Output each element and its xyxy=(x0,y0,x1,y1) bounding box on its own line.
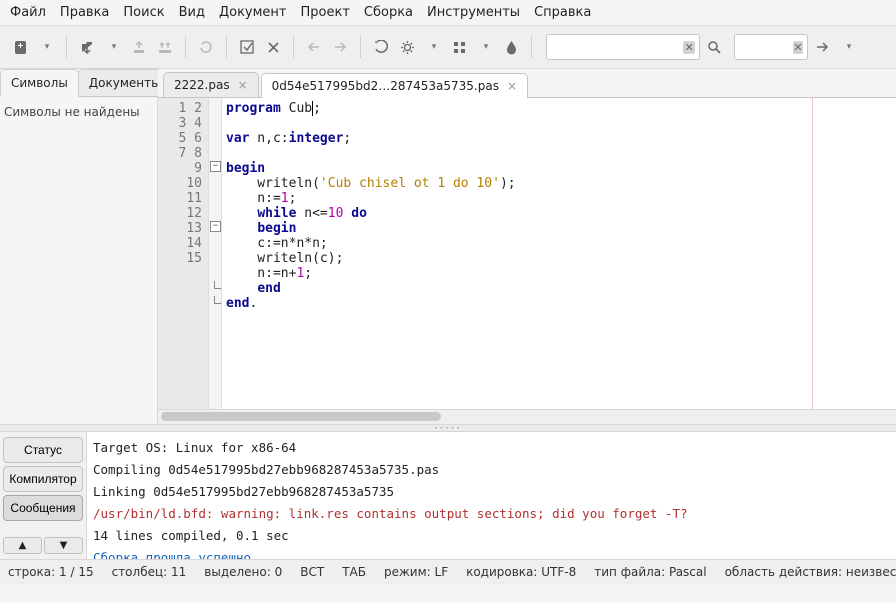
nav-forward-icon xyxy=(328,35,352,59)
sidebar: СимволыДокументы Символы не найдены xyxy=(0,69,158,424)
sidebar-tab-0[interactable]: Символы xyxy=(0,69,79,97)
status-scope: область действия: неизвестно xyxy=(725,565,896,579)
menu-Проект[interactable]: Проект xyxy=(301,5,350,20)
menubar: Файл Правка Поиск Вид Документ Проект Сборка Ин… xyxy=(0,0,896,26)
fold-column[interactable]: −− xyxy=(209,98,222,409)
build-icon[interactable] xyxy=(395,35,419,59)
status-sel: выделено: 0 xyxy=(204,565,282,579)
run-icon[interactable] xyxy=(447,35,471,59)
compile-icon[interactable] xyxy=(369,35,393,59)
new-file-dropdown[interactable] xyxy=(34,35,58,59)
sidebar-tabs: СимволыДокументы xyxy=(0,69,157,97)
search-input[interactable]: ✕ xyxy=(546,34,700,60)
margin-line xyxy=(812,98,813,409)
code-content[interactable]: program Cub; var n,c:integer; begin writ… xyxy=(222,98,896,409)
tab-close-icon[interactable]: × xyxy=(507,79,517,93)
open-file-dropdown[interactable] xyxy=(101,35,125,59)
status-ins: ВСТ xyxy=(300,565,324,579)
statusbar: строка: 1 / 15 столбец: 11 выделено: 0 В… xyxy=(0,559,896,584)
editor-tab-0[interactable]: 2222.pas × xyxy=(163,72,259,97)
tab-close-icon[interactable]: × xyxy=(238,78,248,92)
run-dropdown[interactable] xyxy=(473,35,497,59)
new-file-icon[interactable] xyxy=(8,35,32,59)
clear-goto-icon[interactable]: ✕ xyxy=(793,41,803,54)
bottom-tab-Сообщения[interactable]: Сообщения xyxy=(3,495,83,521)
status-col: столбец: 11 xyxy=(112,565,187,579)
status-tab: ТАБ xyxy=(342,565,366,579)
clear-search-icon[interactable]: ✕ xyxy=(683,41,695,54)
bottom-tabs: Статус Компилятор Сообщения ▲▼ xyxy=(0,432,87,559)
status-mode: режим: LF xyxy=(384,565,448,579)
menu-Справка[interactable]: Справка xyxy=(534,5,591,20)
status-enc: кодировка: UTF-8 xyxy=(466,565,576,579)
nav-back-icon xyxy=(302,35,326,59)
sidebar-body: Символы не найдены xyxy=(0,96,157,424)
goto-icon[interactable] xyxy=(810,35,834,59)
save-all-icon xyxy=(153,35,177,59)
status-filetype: тип файла: Pascal xyxy=(594,565,706,579)
status-line: строка: 1 / 15 xyxy=(8,565,94,579)
open-file-icon[interactable] xyxy=(75,35,99,59)
code-editor[interactable]: 1 2 3 4 5 6 7 8 9 10 11 12 13 14 15 −− p… xyxy=(158,98,896,409)
console-output[interactable]: Target OS: Linux for x86-64Compiling 0d5… xyxy=(87,432,896,559)
horizontal-scrollbar[interactable] xyxy=(158,409,896,424)
line-gutter: 1 2 3 4 5 6 7 8 9 10 11 12 13 14 15 xyxy=(158,98,209,409)
close-doc-icon[interactable] xyxy=(235,35,259,59)
build-dropdown[interactable] xyxy=(421,35,445,59)
goto-dropdown[interactable] xyxy=(836,35,860,59)
pane-drag-handle[interactable]: ••••• xyxy=(0,424,896,432)
msg-next-icon[interactable]: ▼ xyxy=(44,537,83,554)
toolbar: ✕ ✕ xyxy=(0,26,896,69)
editor-tabs: 2222.pas × 0d54e517995bd2…287453a5735.pas × xyxy=(158,69,896,98)
bottom-tab-Статус[interactable]: Статус xyxy=(3,437,83,463)
search-icon[interactable] xyxy=(702,35,726,59)
color-icon[interactable] xyxy=(499,35,523,59)
editor-tab-label: 0d54e517995bd2…287453a5735.pas xyxy=(272,79,499,93)
save-icon xyxy=(127,35,151,59)
revert-icon xyxy=(194,35,218,59)
msg-prev-icon[interactable]: ▲ xyxy=(3,537,42,554)
close-icon[interactable] xyxy=(261,35,285,59)
menu-Файл[interactable]: Файл xyxy=(10,5,46,20)
menu-Документ[interactable]: Документ xyxy=(219,5,287,20)
menu-Сборка[interactable]: Сборка xyxy=(364,5,413,20)
menu-Вид[interactable]: Вид xyxy=(179,5,205,20)
menu-Правка[interactable]: Правка xyxy=(60,5,109,20)
goto-input[interactable]: ✕ xyxy=(734,34,808,60)
menu-Поиск[interactable]: Поиск xyxy=(123,5,164,20)
editor-tab-1[interactable]: 0d54e517995bd2…287453a5735.pas × xyxy=(261,73,528,98)
editor-tab-label: 2222.pas xyxy=(174,78,230,92)
bottom-tab-Компилятор[interactable]: Компилятор xyxy=(3,466,83,492)
menu-Инструменты[interactable]: Инструменты xyxy=(427,5,520,20)
